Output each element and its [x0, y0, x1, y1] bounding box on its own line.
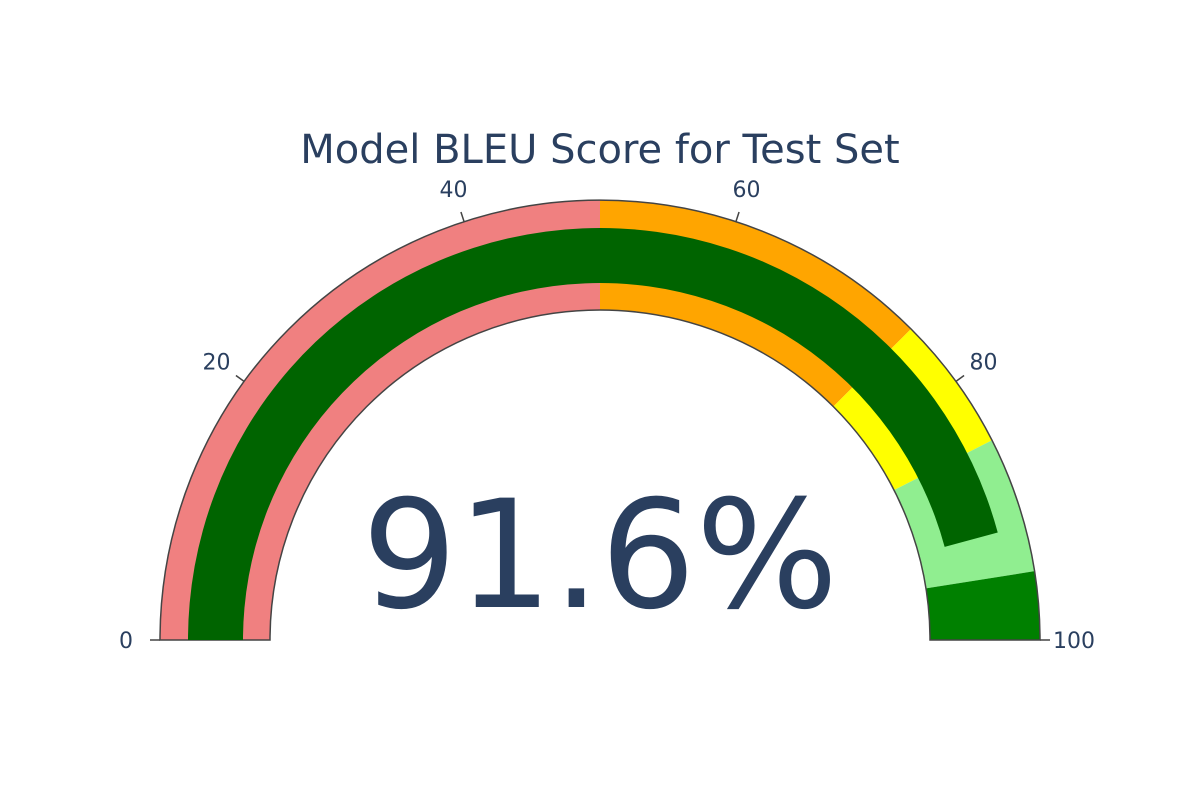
gauge-value: 91.6% — [362, 469, 839, 643]
gauge-tick-label-100: 100 — [1053, 629, 1095, 654]
gauge-chart: Model BLEU Score for Test Set 0 20 40 60 80 1… — [0, 0, 1200, 800]
gauge-tick-label-60: 60 — [732, 178, 760, 203]
gauge-svg: Model BLEU Score for Test Set 0 20 40 60 80 1… — [119, 127, 1095, 654]
gauge-tick-40 — [460, 211, 465, 222]
gauge-tick-label-20: 20 — [203, 350, 231, 375]
gauge-tick-label-80: 80 — [969, 350, 997, 375]
gauge-tick-label-0: 0 — [119, 629, 133, 654]
chart-title: Model BLEU Score for Test Set — [300, 127, 899, 173]
gauge-tick-80 — [955, 374, 965, 382]
gauge-tick-60 — [735, 211, 740, 222]
gauge-tick-20 — [235, 374, 245, 382]
gauge-tick-label-40: 40 — [440, 178, 468, 203]
